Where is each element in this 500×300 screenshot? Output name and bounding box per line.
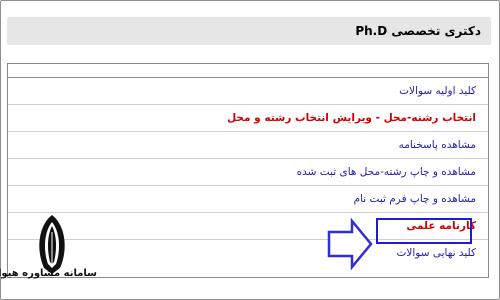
highlight-box	[376, 218, 472, 244]
menu-item-view-answer-sheet[interactable]: مشاهده پاسخنامه	[8, 132, 488, 159]
menu-item-print-registered-fields[interactable]: مشاهده و چاپ رشته-محل های ثبت شده	[8, 159, 488, 186]
menu-item-initial-answer-key[interactable]: کلید اولیه سوالات	[8, 78, 488, 105]
page-title: دکتری تخصصی Ph.D	[355, 24, 481, 38]
page-header: دکتری تخصصی Ph.D	[7, 17, 491, 45]
watermark-text: سامانه مشاوره هیوا	[0, 268, 97, 279]
menu-item-field-selection[interactable]: انتخاب رشته-محل - ویرایش انتخاب رشته و م…	[8, 105, 488, 132]
panel-top-bar	[8, 64, 488, 78]
menu-item-print-registration-form[interactable]: مشاهده و چاپ فرم ثبت نام	[8, 186, 488, 213]
pointer-arrow-icon	[327, 217, 373, 271]
